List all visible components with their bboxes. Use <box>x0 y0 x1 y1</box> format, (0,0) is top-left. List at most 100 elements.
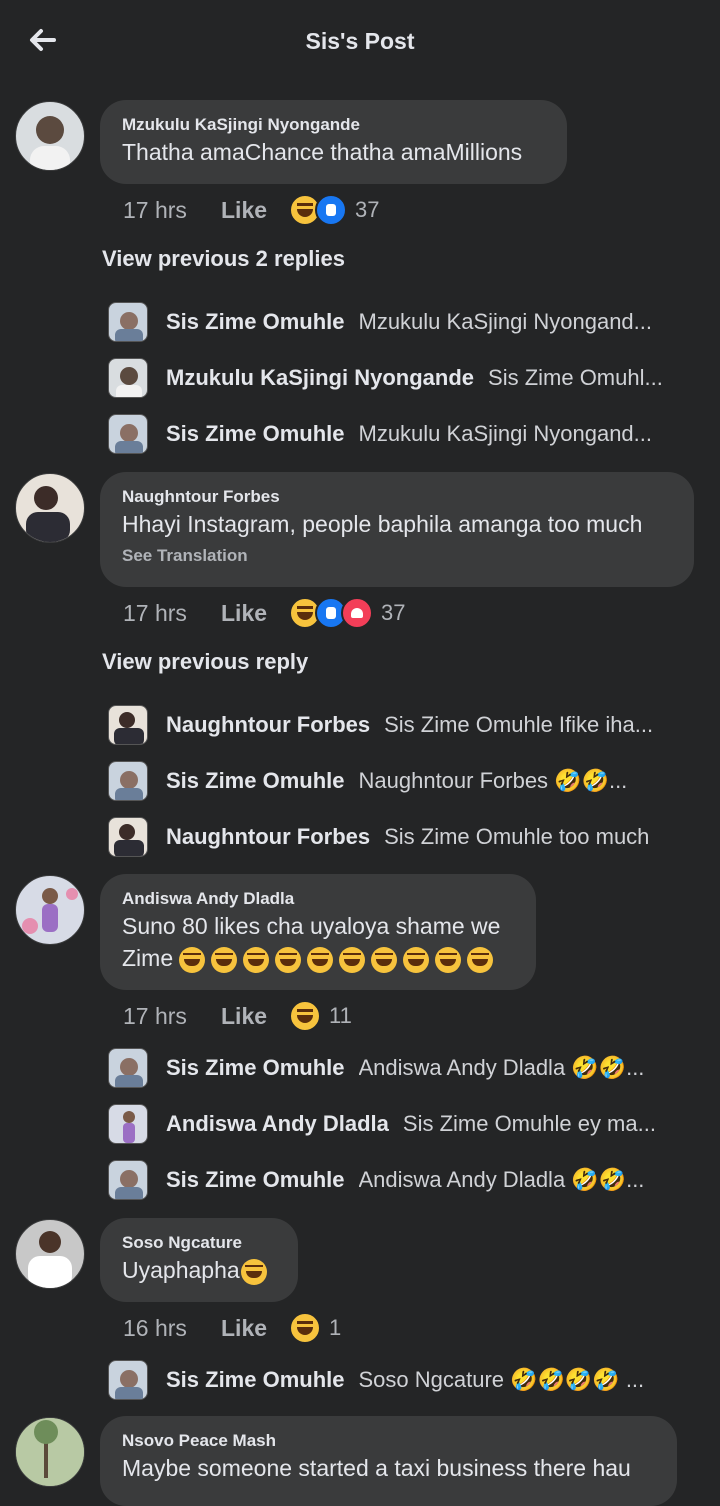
reply-row[interactable]: Naughntour Forbes Sis Zime Omuhle Ifike … <box>108 703 698 747</box>
reply-avatar <box>108 817 148 857</box>
comment-bubble[interactable]: Nsovo Peace Mash Maybe someone started a… <box>100 1416 677 1506</box>
reply-author: Naughntour Forbes <box>166 712 371 737</box>
reply-author: Mzukulu KaSjingi Nyongande <box>166 365 475 390</box>
reactions[interactable]: 1 <box>289 1312 341 1344</box>
reply-avatar <box>108 1360 148 1400</box>
comment-bubble[interactable]: Naughntour Forbes Hhayi Instagram, peopl… <box>100 472 694 587</box>
reply-row[interactable]: Naughntour Forbes Sis Zime Omuhle too mu… <box>108 815 698 859</box>
reply-author: Sis Zime Omuhle <box>166 768 345 793</box>
like-button[interactable]: Like <box>221 600 285 627</box>
comment-text: Maybe someone started a taxi business th… <box>122 1455 631 1481</box>
reactions[interactable]: 37 <box>289 597 405 629</box>
comment-bubble[interactable]: Andiswa Andy Dladla Suno 80 likes cha uy… <box>100 874 536 990</box>
comment-time: 17 hrs <box>123 196 187 223</box>
reaction-count: 11 <box>329 1003 352 1028</box>
laughing-emoji-icon <box>371 946 398 973</box>
reply-avatar <box>108 705 148 745</box>
laughing-emoji-icon <box>211 946 238 973</box>
reply-row[interactable]: Sis Zime Omuhle Naughntour Forbes 🤣🤣... <box>108 759 698 803</box>
comment-text: Thatha amaChance thatha amaMillions <box>122 139 523 165</box>
like-button[interactable]: Like <box>221 1003 285 1030</box>
avatar[interactable] <box>15 1417 85 1487</box>
reply-row[interactable]: Sis Zime Omuhle Soso Ngcature 🤣🤣🤣🤣 ... <box>108 1358 698 1402</box>
reactions[interactable]: 37 <box>289 194 379 226</box>
comment-text-word: Zime <box>122 945 174 971</box>
reply-avatar <box>108 761 148 801</box>
reply-text: Sis Zime Omuhle ey ma... <box>402 1111 656 1136</box>
like-reaction-icon <box>315 194 347 226</box>
laughing-emoji-icon <box>339 946 366 973</box>
laughing-emoji-icon <box>243 946 270 973</box>
comment-author[interactable]: Naughntour Forbes <box>122 486 672 508</box>
reply-text: Mzukulu KaSjingi Nyongand... <box>358 309 653 334</box>
comment-time: 17 hrs <box>123 599 187 626</box>
reply-text: Andiswa Andy Dladla 🤣🤣... <box>358 1167 645 1192</box>
view-previous-replies[interactable]: View previous 2 replies <box>102 246 345 272</box>
reply-avatar <box>108 358 148 398</box>
comment-author[interactable]: Mzukulu KaSjingi Nyongande <box>122 114 545 136</box>
comment-bubble[interactable]: Soso Ngcature Uyaphapha <box>100 1218 298 1302</box>
page-title: Sis's Post <box>305 28 415 54</box>
comment-meta: 17 hrs Like 11 <box>123 998 352 1034</box>
comment-meta: 17 hrs Like 37 <box>123 595 405 631</box>
reply-row[interactable]: Sis Zime Omuhle Andiswa Andy Dladla 🤣🤣..… <box>108 1046 698 1090</box>
reaction-count: 37 <box>355 197 380 222</box>
see-translation-link[interactable]: See Translation <box>122 546 672 566</box>
comment-author[interactable]: Nsovo Peace Mash <box>122 1430 655 1452</box>
like-button[interactable]: Like <box>221 197 285 224</box>
reply-row[interactable]: Sis Zime Omuhle Mzukulu KaSjingi Nyongan… <box>108 412 698 456</box>
reply-text: Sis Zime Omuhl... <box>488 365 663 390</box>
avatar[interactable] <box>15 875 85 945</box>
reply-row[interactable]: Sis Zime Omuhle Andiswa Andy Dladla 🤣🤣..… <box>108 1158 698 1202</box>
comment-author[interactable]: Soso Ngcature <box>122 1232 276 1254</box>
like-button[interactable]: Like <box>221 1315 285 1342</box>
avatar[interactable] <box>15 473 85 543</box>
laughing-emoji-icon <box>403 946 430 973</box>
avatar[interactable] <box>15 101 85 171</box>
reply-avatar <box>108 414 148 454</box>
reply-row[interactable]: Sis Zime Omuhle Mzukulu KaSjingi Nyongan… <box>108 300 698 344</box>
reply-text: Sis Zime Omuhle Ifike iha... <box>384 712 654 737</box>
view-previous-replies[interactable]: View previous reply <box>102 649 308 675</box>
comment-bubble[interactable]: Mzukulu KaSjingi Nyongande Thatha amaCha… <box>100 100 567 184</box>
reply-avatar <box>108 1048 148 1088</box>
comment-text-line-2: Zime <box>122 942 514 974</box>
laughing-emoji-icon <box>307 946 334 973</box>
comment-text: Uyaphapha <box>122 1254 276 1286</box>
laughing-emoji-icon <box>240 1258 267 1285</box>
top-bar: Sis's Post <box>0 0 720 84</box>
avatar[interactable] <box>15 1219 85 1289</box>
reply-author: Sis Zime Omuhle <box>166 421 345 446</box>
laughing-emoji-icon <box>435 946 462 973</box>
reply-text: Soso Ngcature 🤣🤣🤣🤣 ... <box>358 1367 645 1392</box>
comment-author[interactable]: Andiswa Andy Dladla <box>122 888 514 910</box>
comment-time: 16 hrs <box>123 1314 187 1341</box>
reply-text: Mzukulu KaSjingi Nyongand... <box>358 421 653 446</box>
laughing-emoji-icon <box>275 946 302 973</box>
comment-text: Hhayi Instagram, people baphila amanga t… <box>122 511 643 537</box>
haha-reaction-icon <box>289 1000 321 1032</box>
comment-text-content: Uyaphapha <box>122 1257 240 1283</box>
reaction-count: 37 <box>381 600 406 625</box>
reply-text: Sis Zime Omuhle too much <box>384 824 650 849</box>
reply-text: Andiswa Andy Dladla 🤣🤣... <box>358 1055 645 1080</box>
laughing-emoji-icon <box>467 946 494 973</box>
comment-meta: 17 hrs Like 37 <box>123 192 379 228</box>
reply-row[interactable]: Andiswa Andy Dladla Sis Zime Omuhle ey m… <box>108 1102 698 1146</box>
reply-author: Naughntour Forbes <box>166 824 371 849</box>
reaction-count: 1 <box>329 1315 342 1340</box>
reply-author: Andiswa Andy Dladla <box>166 1111 389 1136</box>
comment-time: 17 hrs <box>123 1002 187 1029</box>
reply-author: Sis Zime Omuhle <box>166 309 345 334</box>
reply-avatar <box>108 1160 148 1200</box>
laughing-emoji-row <box>173 945 494 973</box>
reply-avatar <box>108 302 148 342</box>
reply-author: Sis Zime Omuhle <box>166 1367 345 1392</box>
laughing-emoji-icon <box>179 946 206 973</box>
reactions[interactable]: 11 <box>289 1000 352 1032</box>
reply-row[interactable]: Mzukulu KaSjingi Nyongande Sis Zime Omuh… <box>108 356 698 400</box>
haha-reaction-icon <box>289 1312 321 1344</box>
reply-text: Naughntour Forbes 🤣🤣... <box>358 768 628 793</box>
comment-text-line-1: Suno 80 likes cha uyaloya shame we <box>122 913 501 939</box>
reply-author: Sis Zime Omuhle <box>166 1055 345 1080</box>
